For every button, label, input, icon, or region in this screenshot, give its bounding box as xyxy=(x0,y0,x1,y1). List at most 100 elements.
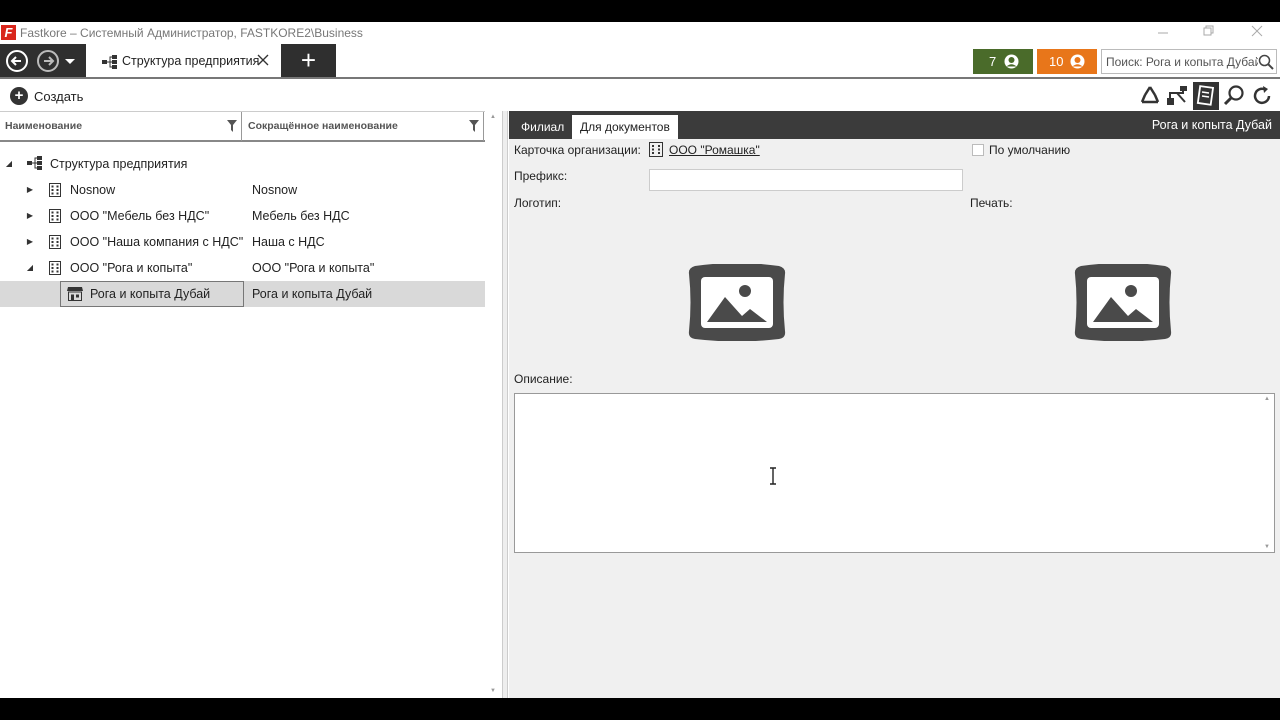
tree-root-row[interactable]: ◢ Структура предприятия xyxy=(0,151,485,177)
minimize-button[interactable] xyxy=(1152,24,1174,42)
minimize-icon xyxy=(1158,32,1168,34)
building-icon xyxy=(49,209,61,223)
restore-icon xyxy=(1203,25,1214,36)
row-short-name: ООО "Рога и копыта" xyxy=(252,261,375,275)
org-card-label: Карточка организации: xyxy=(514,143,641,157)
recycle-button[interactable] xyxy=(1138,84,1162,108)
table-row[interactable]: ▶ ООО "Мебель без НДС" Мебель без НДС xyxy=(0,203,485,229)
forward-button[interactable] xyxy=(37,50,59,72)
user-icon xyxy=(1070,54,1085,69)
add-tab-button[interactable]: + xyxy=(281,44,336,78)
row-name: ООО "Мебель без НДС" xyxy=(70,209,210,223)
badge-count: 7 xyxy=(989,54,997,69)
back-button[interactable] xyxy=(6,50,28,72)
scroll-up-arrow[interactable]: ▲ xyxy=(490,114,496,120)
scroll-down-arrow[interactable]: ▼ xyxy=(1264,544,1270,550)
prefix-input[interactable] xyxy=(649,169,963,191)
navigation-group xyxy=(0,44,86,78)
window-title: Fastkore – Системный Администратор, FAST… xyxy=(20,26,363,40)
app-logo: F xyxy=(1,25,16,40)
detail-title: Рога и копыта Дубай xyxy=(1151,118,1272,132)
hierarchy-tool-button[interactable] xyxy=(1165,84,1189,108)
arrow-right-icon xyxy=(44,56,55,66)
detail-header: Филиал Для документов Рога и копыта Дуба… xyxy=(509,111,1280,139)
tab-for-documents[interactable]: Для документов xyxy=(572,115,678,139)
row-name: Рога и копыта Дубай xyxy=(90,287,211,301)
text-cursor-icon xyxy=(770,467,776,485)
create-button[interactable]: + Создать xyxy=(10,86,83,106)
table-row[interactable]: ◢ ООО "Рога и копыта" ООО "Рога и копыта… xyxy=(0,255,485,281)
expand-arrow-icon[interactable]: ▶ xyxy=(25,203,35,229)
badge-count: 10 xyxy=(1049,54,1064,69)
building-icon xyxy=(649,142,663,157)
close-window-button[interactable] xyxy=(1246,24,1268,42)
row-name: ООО "Наша компания с НДС" xyxy=(70,235,244,249)
row-short-name: Nosnow xyxy=(252,183,298,197)
create-button-label: Создать xyxy=(34,88,84,104)
history-dropdown-button[interactable] xyxy=(64,56,76,66)
preview-button[interactable] xyxy=(1222,84,1246,108)
scroll-down-arrow[interactable]: ▼ xyxy=(490,688,496,694)
refresh-button[interactable] xyxy=(1250,84,1274,108)
building-icon xyxy=(49,183,61,197)
grid-header: Наименование Сокращённое наименование xyxy=(0,111,485,142)
org-tree-icon xyxy=(102,55,117,69)
tab-strip-divider xyxy=(0,77,1280,79)
notifications-badge-2[interactable]: 10 xyxy=(1037,49,1097,74)
magnifier-icon xyxy=(1223,85,1244,106)
store-icon xyxy=(67,287,83,301)
description-area: ▲ ▼ xyxy=(514,393,1275,553)
collapse-arrow-icon[interactable]: ◢ xyxy=(4,151,14,177)
image-placeholder-icon xyxy=(1074,263,1172,342)
table-row-selected[interactable]: Рога и копыта Дубай Рога и копыта Дубай xyxy=(0,281,485,307)
document-settings-button[interactable] xyxy=(1193,82,1219,110)
row-name: ООО "Рога и копыта" xyxy=(70,261,193,275)
close-icon xyxy=(257,54,269,66)
chevron-down-icon xyxy=(65,59,75,64)
description-textarea[interactable] xyxy=(519,398,1259,548)
hierarchy-icon xyxy=(1167,86,1187,105)
close-icon xyxy=(1251,25,1263,37)
default-checkbox-label: По умолчанию xyxy=(989,143,1071,157)
prefix-label: Префикс: xyxy=(514,169,568,183)
collapse-arrow-icon[interactable]: ◢ xyxy=(25,255,35,281)
document-icon xyxy=(1196,85,1215,106)
expand-arrow-icon[interactable]: ▶ xyxy=(25,177,35,203)
tab-label: Структура предприятия xyxy=(122,54,260,68)
row-short-name: Рога и копыта Дубай xyxy=(252,287,373,301)
default-checkbox[interactable] xyxy=(972,144,984,156)
tab-close-button[interactable] xyxy=(256,53,270,67)
plus-circle-icon: + xyxy=(10,87,28,105)
expand-arrow-icon[interactable]: ▶ xyxy=(25,229,35,255)
logo-image-placeholder[interactable] xyxy=(687,263,787,342)
panel-splitter[interactable] xyxy=(502,111,508,698)
search-input[interactable] xyxy=(1106,51,1258,72)
stamp-image-placeholder[interactable] xyxy=(1073,263,1173,342)
recycle-icon xyxy=(1140,86,1160,104)
filter-icon[interactable] xyxy=(227,120,237,132)
column-header-short-name[interactable]: Сокращённое наименование xyxy=(248,112,398,141)
table-row[interactable]: ▶ Nosnow Nosnow xyxy=(0,177,485,203)
tab-org-structure[interactable]: Структура предприятия xyxy=(86,44,274,78)
row-name: Nosnow xyxy=(70,183,116,197)
table-row[interactable]: ▶ ООО "Наша компания с НДС" Наша с НДС xyxy=(0,229,485,255)
tree-root-label: Структура предприятия xyxy=(50,157,188,171)
row-short-name: Мебель без НДС xyxy=(252,209,350,223)
stamp-label: Печать: xyxy=(970,196,1013,210)
search-box xyxy=(1101,49,1277,74)
arrow-left-icon xyxy=(10,56,21,66)
restore-button[interactable] xyxy=(1198,24,1220,42)
column-separator[interactable] xyxy=(241,112,242,141)
building-icon xyxy=(49,261,61,275)
refresh-icon xyxy=(1253,86,1271,105)
tab-branch[interactable]: Филиал xyxy=(513,115,572,139)
user-icon xyxy=(1004,54,1019,69)
scroll-up-arrow[interactable]: ▲ xyxy=(1264,396,1270,402)
building-icon xyxy=(49,235,61,249)
org-tree-icon xyxy=(27,156,42,170)
org-card-link[interactable]: ООО "Ромашка" xyxy=(669,143,760,157)
column-header-name[interactable]: Наименование xyxy=(5,112,82,141)
notifications-badge-1[interactable]: 7 xyxy=(973,49,1033,74)
search-icon[interactable] xyxy=(1258,54,1274,70)
filter-icon[interactable] xyxy=(469,120,479,132)
